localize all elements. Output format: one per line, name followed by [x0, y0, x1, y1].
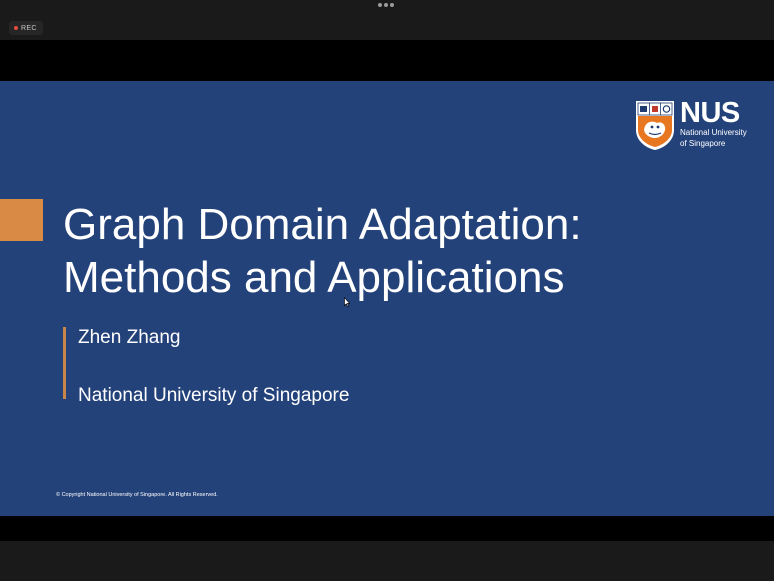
letterbox-bottom [0, 516, 774, 541]
title-line-2: Methods and Applications [63, 253, 565, 302]
more-options-icon[interactable] [378, 3, 394, 7]
recording-dot-icon [14, 26, 18, 30]
logo-text: NUS National University of Singapore [680, 97, 747, 149]
slide-title: Graph Domain Adaptation: Methods and App… [63, 198, 582, 304]
recording-label: REC [21, 24, 37, 32]
letterbox-top [0, 40, 774, 81]
logo-name-line-2: of Singapore [680, 139, 726, 148]
title-line-1: Graph Domain Adaptation: [63, 200, 582, 249]
dot [378, 3, 382, 7]
accent-bar [63, 327, 66, 399]
dot [384, 3, 388, 7]
bottom-bar [0, 541, 774, 581]
copyright-notice: © Copyright National University of Singa… [56, 492, 218, 498]
nus-crest-icon [636, 101, 674, 150]
recording-badge: REC [9, 21, 43, 35]
author-name: Zhen Zhang [78, 327, 181, 348]
nus-logo: NUS National University of Singapore [635, 97, 747, 151]
logo-abbreviation: NUS [680, 97, 740, 129]
presentation-slide: NUS National University of Singapore Gra… [0, 81, 774, 516]
video-window: REC NUS National University of Singapore… [0, 0, 774, 581]
accent-square [0, 199, 43, 241]
top-bar: REC [0, 0, 774, 40]
dot [390, 3, 394, 7]
logo-name-line-1: National University [680, 128, 747, 137]
author-affiliation: National University of Singapore [78, 385, 350, 406]
mouse-cursor-icon [344, 297, 350, 307]
